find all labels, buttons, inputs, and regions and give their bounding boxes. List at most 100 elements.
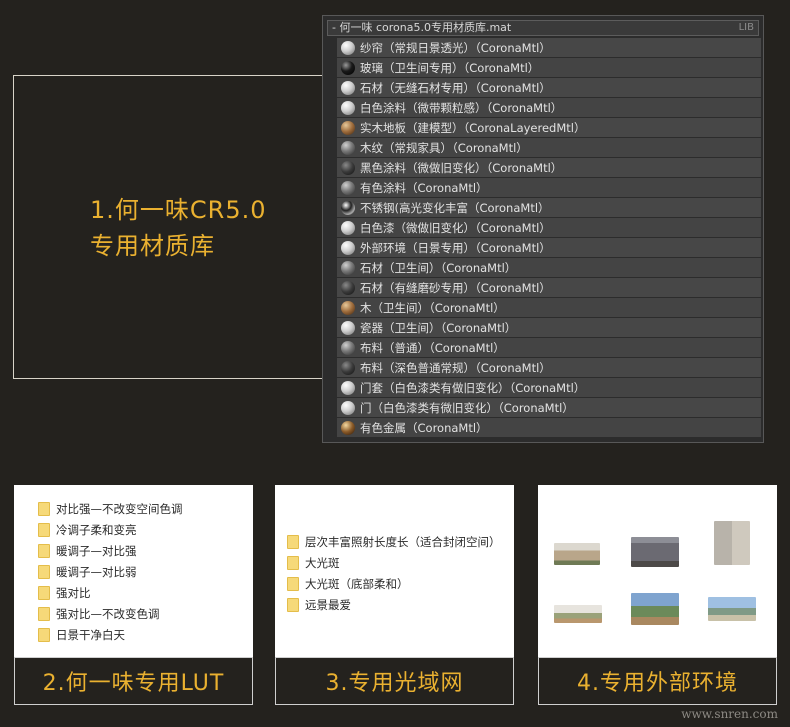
- hero-title-line2: 专用材质库: [90, 232, 215, 260]
- material-item[interactable]: 外部环境（日景专用）（CoronaMtl）: [337, 238, 761, 258]
- material-ball-icon: [341, 260, 355, 275]
- material-label: 瓷器（卫生间）（CoronaMtl）: [360, 320, 517, 335]
- library-header[interactable]: - 何一味 corona5.0专用材质库.mat LIB: [327, 20, 759, 36]
- folder-icon: [287, 597, 299, 612]
- env-thumb-tower[interactable]: [714, 521, 750, 565]
- folder-icon: [38, 501, 50, 516]
- material-item[interactable]: 有色金属（CoronaMtl）: [337, 418, 761, 438]
- material-label: 不锈钢(高光变化丰富（CoronaMtl）: [360, 200, 550, 215]
- material-ball-icon: [341, 420, 355, 435]
- material-item[interactable]: 石材（卫生间）（CoronaMtl）: [337, 258, 761, 278]
- material-item[interactable]: 纱帘（常规日景透光）（CoronaMtl）: [337, 38, 761, 58]
- material-ball-icon: [341, 120, 355, 135]
- material-item[interactable]: 有色涂料（CoronaMtl）: [337, 178, 761, 198]
- folder-label: 大光斑（底部柔和）: [305, 576, 409, 591]
- folder-icon: [38, 522, 50, 537]
- folder-item[interactable]: 大光斑: [287, 552, 501, 573]
- material-ball-icon: [341, 220, 355, 235]
- material-label: 实木地板（建模型）（CoronaLayeredMtl）: [360, 120, 586, 135]
- env-card-footer: 4.专用外部环境: [538, 657, 777, 705]
- env-thumb-palace[interactable]: [554, 543, 600, 565]
- material-ball-icon: [341, 240, 355, 255]
- material-item[interactable]: 不锈钢(高光变化丰富（CoronaMtl）: [337, 198, 761, 218]
- material-ball-icon: [341, 380, 355, 395]
- ies-card-body: 层次丰富照射长度长（适合封闭空间） 大光斑大光斑（底部柔和） 远景最爱: [275, 485, 514, 657]
- env-thumb-building[interactable]: [631, 537, 679, 567]
- folder-icon: [287, 534, 299, 549]
- folder-icon: [38, 564, 50, 579]
- folder-item[interactable]: 远景最爱: [287, 594, 501, 615]
- material-label: 白色涂料（微带颗粒感）（CoronaMtl）: [360, 100, 563, 115]
- material-list: 纱帘（常规日景透光）（CoronaMtl） 玻璃（卫生间专用）（CoronaMtl…: [337, 38, 761, 438]
- folder-label: 强对比—不改变色调: [56, 606, 160, 621]
- ies-folder-list: 层次丰富照射长度长（适合封闭空间） 大光斑大光斑（底部柔和） 远景最爱: [287, 531, 501, 615]
- material-item[interactable]: 木纹（常规家具）（CoronaMtl）: [337, 138, 761, 158]
- material-ball-icon: [341, 80, 355, 95]
- lut-card-body: 对比强—不改变空间色调 冷调子柔和变亮暖调子—对比强 暖调子—对比弱 强对比强对比—不…: [14, 485, 253, 657]
- env-card: 4.专用外部环境: [538, 485, 777, 705]
- material-ball-icon: [341, 100, 355, 115]
- material-item[interactable]: 实木地板（建模型）（CoronaLayeredMtl）: [337, 118, 761, 138]
- material-item[interactable]: 石材（有缝磨砂专用）（CoronaMtl）: [337, 278, 761, 298]
- folder-item[interactable]: 强对比—不改变色调: [38, 603, 183, 624]
- folder-label: 层次丰富照射长度长（适合封闭空间）: [305, 534, 501, 549]
- folder-label: 强对比: [56, 585, 91, 600]
- material-item[interactable]: 门套（白色漆类有做旧变化）（CoronaMtl）: [337, 378, 761, 398]
- material-label: 门（白色漆类有微旧变化）（CoronaMtl）: [360, 400, 574, 415]
- watermark: www.snren.com: [681, 707, 778, 721]
- material-label: 黑色涂料（微做旧变化）（CoronaMtl）: [360, 160, 563, 175]
- folder-item[interactable]: 日景干净白天: [38, 624, 183, 645]
- material-label: 木（卫生间）（CoronaMtl）: [360, 300, 505, 315]
- material-ball-icon: [341, 320, 355, 335]
- env-thumb-skyline[interactable]: [708, 597, 756, 621]
- library-tag: LIB: [738, 22, 754, 33]
- env-thumb-city[interactable]: [631, 593, 679, 625]
- material-item[interactable]: 玻璃（卫生间专用）（CoronaMtl）: [337, 58, 761, 78]
- folder-item[interactable]: 暖调子—对比强: [38, 540, 183, 561]
- folder-label: 暖调子—对比弱: [56, 564, 137, 579]
- material-label: 纱帘（常规日景透光）（CoronaMtl）: [360, 40, 551, 55]
- folder-label: 暖调子—对比强: [56, 543, 137, 558]
- material-item[interactable]: 黑色涂料（微做旧变化）（CoronaMtl）: [337, 158, 761, 178]
- folder-icon: [38, 543, 50, 558]
- hero-title-line1: 1.何一味CR5.0: [90, 196, 267, 224]
- folder-icon: [38, 585, 50, 600]
- material-label: 布料（普通）（CoronaMtl）: [360, 340, 505, 355]
- library-title: - 何一味 corona5.0专用材质库.mat: [332, 21, 512, 34]
- material-ball-icon: [341, 180, 355, 195]
- material-item[interactable]: 白色涂料（微带颗粒感）（CoronaMtl）: [337, 98, 761, 118]
- material-label: 白色漆（微做旧变化）（CoronaMtl）: [360, 220, 551, 235]
- ies-card-footer: 3.专用光域网: [275, 657, 514, 705]
- lut-card: 对比强—不改变空间色调 冷调子柔和变亮暖调子—对比强 暖调子—对比弱 强对比强对比—不…: [14, 485, 253, 705]
- material-label: 有色涂料（CoronaMtl）: [360, 180, 488, 195]
- folder-icon: [38, 627, 50, 642]
- folder-item[interactable]: 强对比: [38, 582, 183, 603]
- folder-label: 远景最爱: [305, 597, 351, 612]
- folder-item[interactable]: 对比强—不改变空间色调: [38, 498, 183, 519]
- folder-icon: [287, 576, 299, 591]
- material-ball-icon: [341, 60, 355, 75]
- lut-folder-list: 对比强—不改变空间色调 冷调子柔和变亮暖调子—对比强 暖调子—对比弱 强对比强对比—不…: [38, 498, 183, 645]
- material-item[interactable]: 瓷器（卫生间）（CoronaMtl）: [337, 318, 761, 338]
- ies-card: 层次丰富照射长度长（适合封闭空间） 大光斑大光斑（底部柔和） 远景最爱 3.专用光域…: [275, 485, 514, 705]
- material-ball-icon: [341, 200, 355, 215]
- material-item[interactable]: 石材（无缝石材专用）（CoronaMtl）: [337, 78, 761, 98]
- folder-item[interactable]: 层次丰富照射长度长（适合封闭空间）: [287, 531, 501, 552]
- material-library-panel: - 何一味 corona5.0专用材质库.mat LIB 纱帘（常规日景透光）（…: [322, 15, 764, 443]
- material-item[interactable]: 布料（深色普通常规）（CoronaMtl）: [337, 358, 761, 378]
- material-ball-icon: [341, 300, 355, 315]
- env-card-body: [538, 485, 777, 657]
- lut-card-footer: 2.何一味专用LUT: [14, 657, 253, 705]
- material-ball-icon: [341, 140, 355, 155]
- material-item[interactable]: 布料（普通）（CoronaMtl）: [337, 338, 761, 358]
- material-item[interactable]: 木（卫生间）（CoronaMtl）: [337, 298, 761, 318]
- env-thumb-panorama[interactable]: [554, 605, 602, 623]
- folder-item[interactable]: 大光斑（底部柔和）: [287, 573, 501, 594]
- material-ball-icon: [341, 400, 355, 415]
- folder-item[interactable]: 冷调子柔和变亮: [38, 519, 183, 540]
- folder-item[interactable]: 暖调子—对比弱: [38, 561, 183, 582]
- material-item[interactable]: 门（白色漆类有微旧变化）（CoronaMtl）: [337, 398, 761, 418]
- material-label: 石材（卫生间）（CoronaMtl）: [360, 260, 517, 275]
- material-item[interactable]: 白色漆（微做旧变化）（CoronaMtl）: [337, 218, 761, 238]
- hero-title: 1.何一味CR5.0 专用材质库: [90, 192, 267, 264]
